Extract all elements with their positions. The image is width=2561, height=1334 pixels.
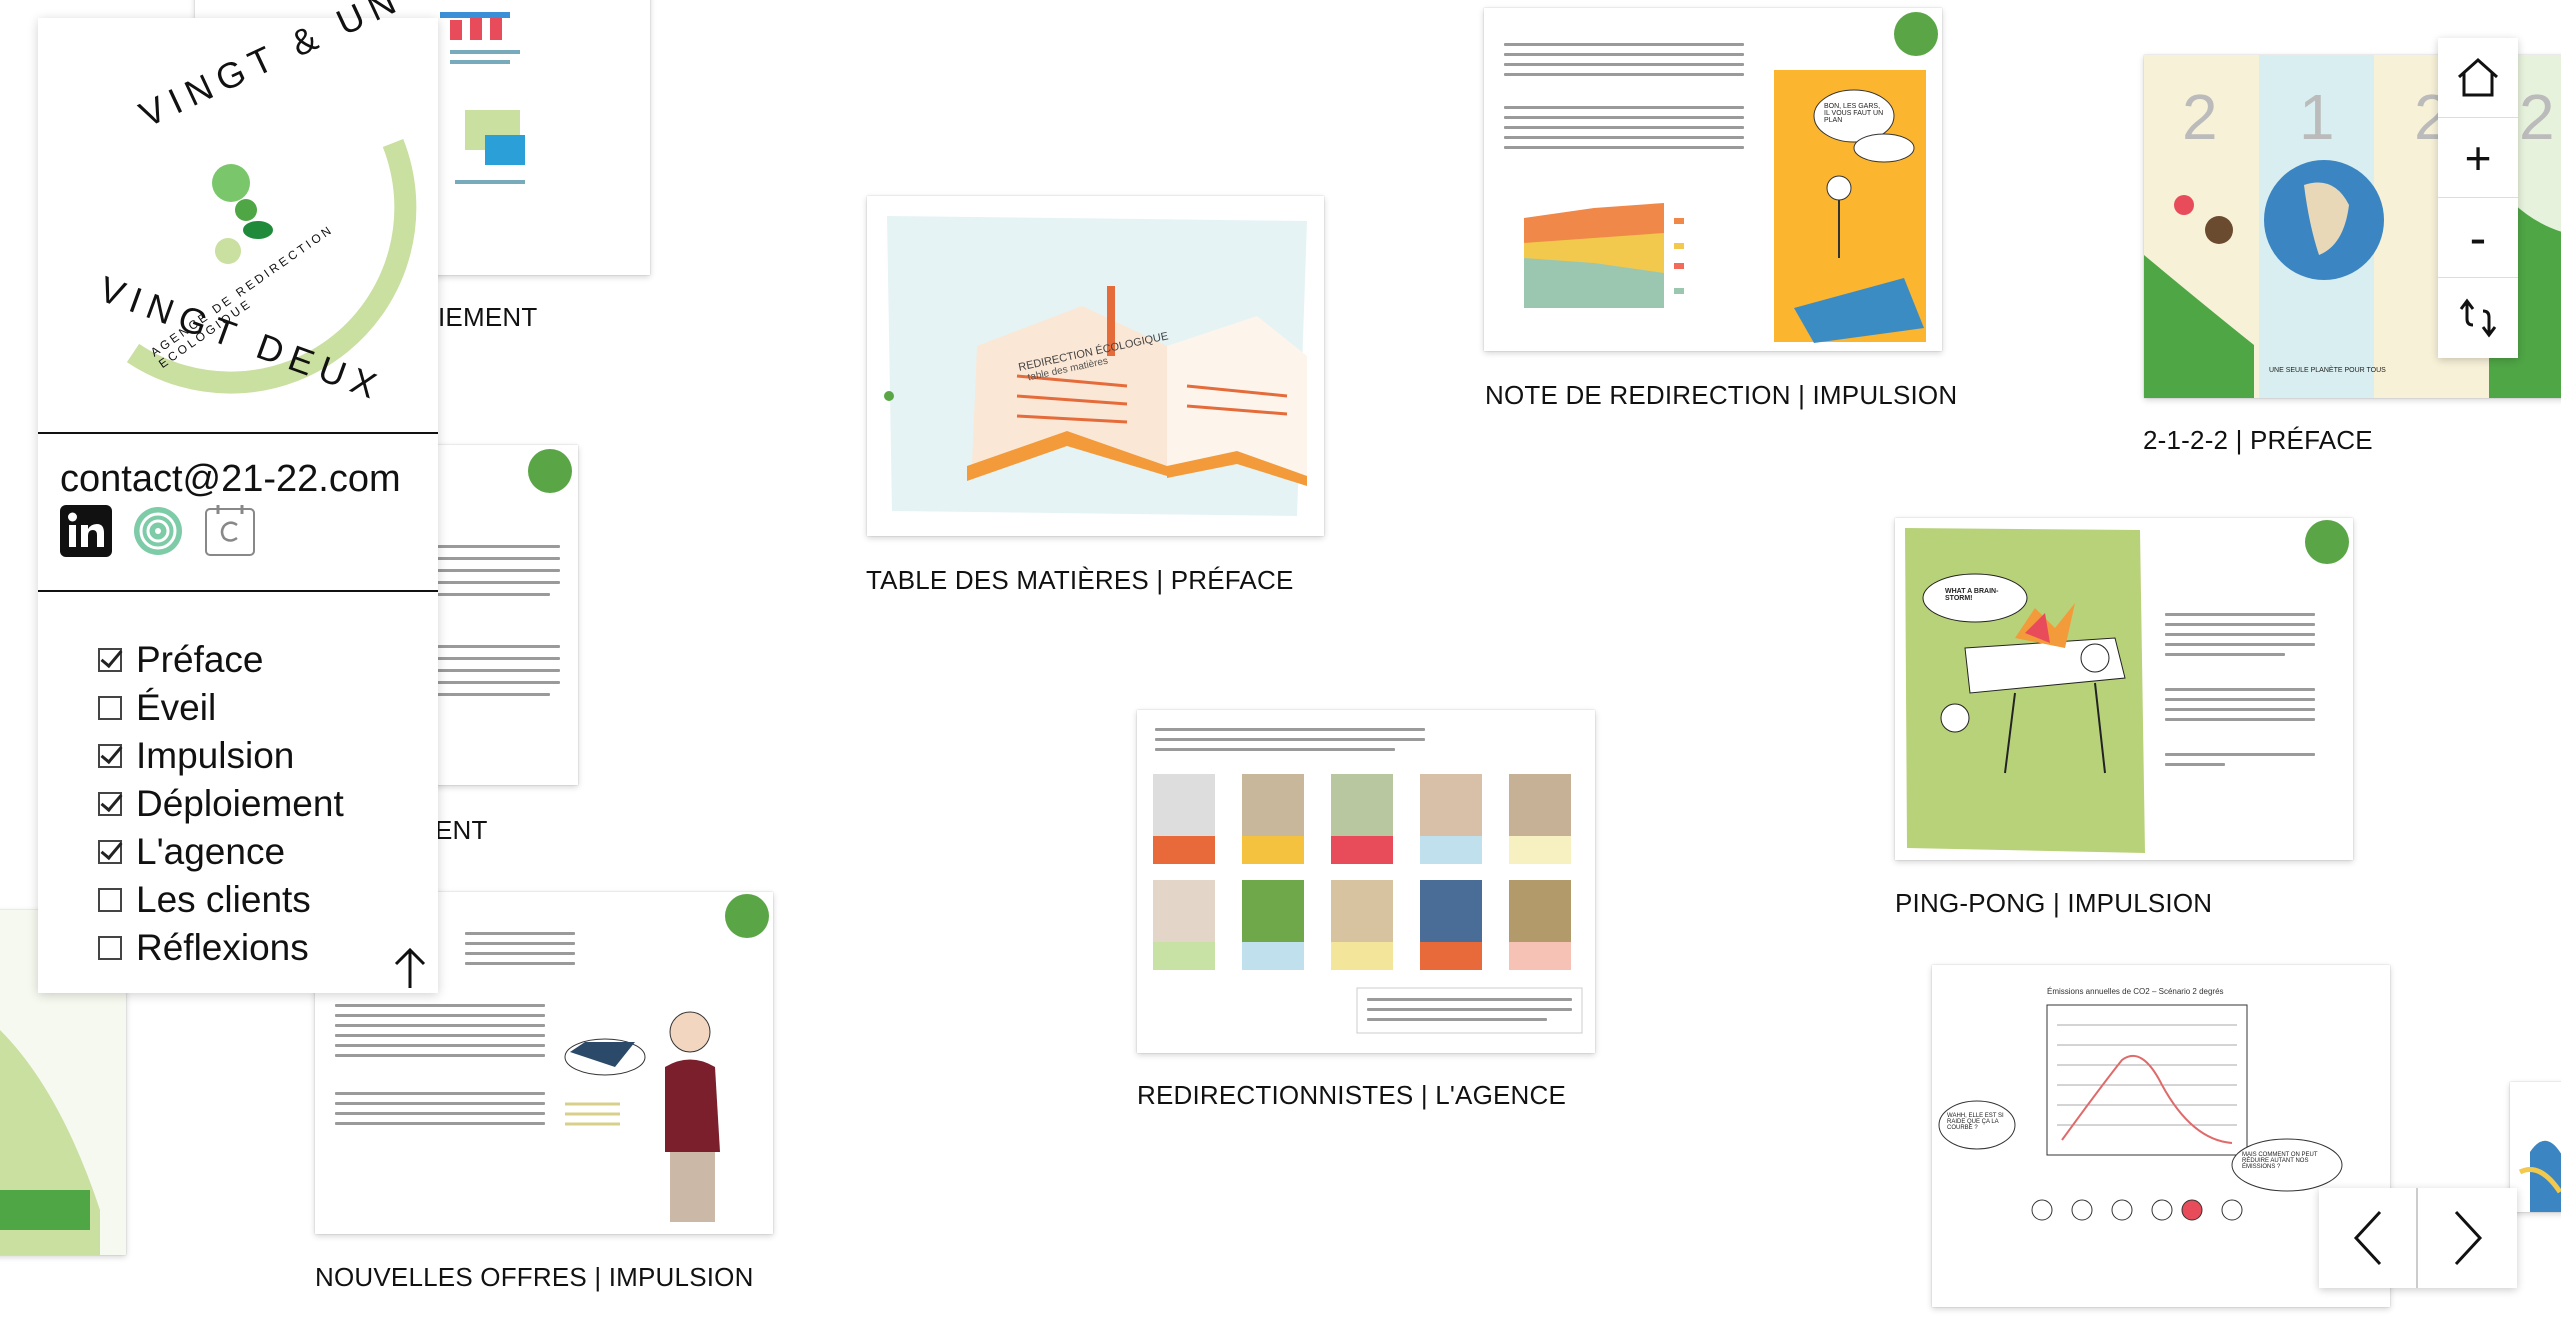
- chevron-left-icon[interactable]: [2319, 1188, 2418, 1288]
- checkbox[interactable]: [98, 840, 122, 864]
- checkbox[interactable]: [98, 648, 122, 672]
- side-panel: VINGT & UN VINGT DEUX AGENCE DE REDIRECT…: [38, 0, 438, 993]
- card-note-redirection[interactable]: BON, LES GARS, IL VOUS FAUT UN PLAN: [1484, 8, 1942, 351]
- zoom-out-button[interactable]: -: [2438, 198, 2518, 278]
- courbe-bubble-right: MAIS COMMENT ON PEUT RÉDUIRE AUTANT NOS …: [2242, 1152, 2318, 1170]
- spiral-icon[interactable]: [132, 505, 184, 557]
- section-filters: Préface Éveil Impulsion Déploiement L'ag…: [98, 636, 344, 972]
- checkbox[interactable]: [98, 792, 122, 816]
- card-ping-pong[interactable]: WHAT A BRAIN-STORM!: [1895, 518, 2353, 860]
- checkbox[interactable]: [98, 888, 122, 912]
- filter-preface[interactable]: Préface: [98, 636, 344, 684]
- calendar-icon[interactable]: [204, 505, 256, 557]
- rotate-arrows-icon[interactable]: [2438, 278, 2518, 358]
- filter-eveil[interactable]: Éveil: [98, 684, 344, 732]
- home-icon[interactable]: [2438, 38, 2518, 118]
- filter-impulsion[interactable]: Impulsion: [98, 732, 344, 780]
- filter-deploiement[interactable]: Déploiement: [98, 780, 344, 828]
- section-badge: [528, 449, 572, 493]
- zoom-controls: + -: [2438, 38, 2518, 358]
- slide-navigation: [2319, 1188, 2517, 1288]
- caption-nouvelles-offres: NOUVELLES OFFRES | IMPULSION: [315, 1262, 754, 1292]
- filter-clients[interactable]: Les clients: [98, 876, 344, 924]
- collapse-arrow-up-icon[interactable]: [390, 946, 430, 990]
- preface-number-2: 1: [2299, 81, 2335, 153]
- ping-pong-bubble: WHAT A BRAIN-STORM!: [1945, 588, 1999, 602]
- courbe-chart-title: Émissions annuelles de CO2 – Scénario 2 …: [2047, 987, 2224, 996]
- card-table-matieres[interactable]: REDIRECTION ÉCOLOGIQUE table des matière…: [867, 196, 1324, 536]
- caption-preface-2122: 2-1-2-2 | PRÉFACE: [2143, 425, 2373, 455]
- caption-redirectionnistes: REDIRECTIONNISTES | L'AGENCE: [1137, 1080, 1567, 1110]
- panel-divider: [38, 590, 438, 592]
- caption-deploiement-partial: IEMENT: [438, 302, 538, 332]
- checkbox[interactable]: [98, 696, 122, 720]
- preface-number-1: 2: [2182, 81, 2218, 153]
- caption-ping-pong: PING-PONG | IMPULSION: [1895, 888, 2213, 918]
- agency-logo[interactable]: VINGT & UN VINGT DEUX AGENCE DE REDIRECT…: [38, 0, 438, 433]
- team-portraits: [1153, 774, 1583, 1034]
- filter-agence[interactable]: L'agence: [98, 828, 344, 876]
- caption-impulsion-partial: ENT: [435, 815, 488, 845]
- section-badge: [2305, 520, 2349, 564]
- linkedin-icon[interactable]: [60, 505, 112, 557]
- caption-note-redirection: NOTE DE REDIRECTION | IMPULSION: [1485, 380, 1958, 410]
- filter-reflexions[interactable]: Réflexions: [98, 924, 344, 972]
- chevron-right-icon[interactable]: [2418, 1188, 2517, 1288]
- caption-table-matieres: TABLE DES MATIÈRES | PRÉFACE: [866, 565, 1294, 595]
- preface-caption-a: UNE SEULE PLANÈTE POUR TOUS: [2269, 367, 2386, 374]
- courbe-bubble-left: WAHH, ELLE EST SI RAIDE QUE ÇA LA COURBE…: [1947, 1113, 2004, 1131]
- card-redirectionnistes[interactable]: [1137, 710, 1595, 1053]
- card-right-edge[interactable]: [2510, 1082, 2561, 1212]
- checkbox[interactable]: [98, 936, 122, 960]
- checkbox[interactable]: [98, 744, 122, 768]
- card-right-edge-illustration: [2518, 1140, 2561, 1212]
- panel-divider: [38, 432, 438, 434]
- preface-number-4: 2: [2519, 81, 2555, 153]
- note-redirection-bubble: BON, LES GARS, IL VOUS FAUT UN PLAN: [1824, 103, 1884, 124]
- contact-email[interactable]: contact@21-22.com: [60, 458, 401, 501]
- note-redirection-illustration: [1524, 70, 1926, 343]
- zoom-in-button[interactable]: +: [2438, 118, 2518, 198]
